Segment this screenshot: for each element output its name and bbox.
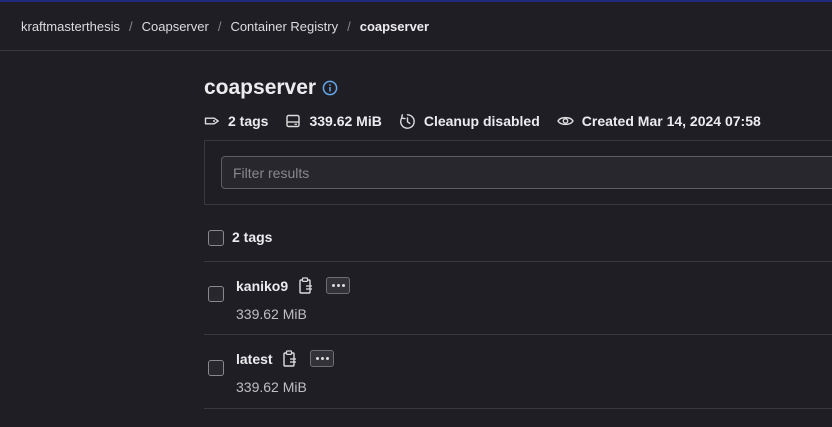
meta-cleanup: Cleanup disabled	[399, 113, 540, 130]
page-title: coapserver	[204, 76, 338, 100]
more-actions-button[interactable]	[326, 277, 350, 294]
filter-input[interactable]	[221, 156, 832, 189]
tag-icon	[204, 117, 219, 125]
eye-icon	[557, 116, 574, 126]
clipboard-icon[interactable]	[299, 277, 313, 295]
meta-size-text: 339.62 MiB	[309, 113, 382, 129]
meta-created-text: Created Mar 14, 2024 07:58	[581, 113, 761, 129]
divider	[204, 408, 832, 409]
ellipsis-icon	[315, 357, 319, 360]
ellipsis-icon	[325, 357, 329, 360]
select-all-checkbox[interactable]	[208, 230, 224, 246]
ellipsis-icon	[336, 284, 340, 287]
breadcrumb-separator: /	[128, 18, 133, 34]
info-icon[interactable]	[322, 80, 338, 96]
breadcrumb-item-project[interactable]: Coapserver	[142, 19, 209, 34]
more-actions-button[interactable]	[310, 350, 334, 367]
ellipsis-icon	[331, 284, 335, 287]
filter-bar	[204, 140, 832, 205]
tag-row-checkbox[interactable]	[208, 286, 224, 302]
breadcrumb-item-current: coapserver	[359, 18, 430, 34]
meta-cleanup-text: Cleanup disabled	[423, 113, 540, 129]
breadcrumb-item-registry[interactable]: Container Registry	[230, 19, 338, 34]
tag-row: latest 339.62 MiB	[204, 335, 832, 407]
clipboard-icon[interactable]	[283, 350, 297, 368]
image-metadata: 2 tags 339.62 MiB Cleanup disabled Creat…	[204, 111, 778, 131]
breadcrumb: kraftmasterthesis / Coapserver / Contain…	[0, 2, 832, 51]
breadcrumb-separator: /	[217, 18, 222, 34]
meta-size: 339.62 MiB	[285, 113, 382, 129]
breadcrumb-separator: /	[347, 18, 351, 34]
meta-tags-text: 2 tags	[228, 113, 269, 129]
ellipsis-icon	[320, 357, 324, 360]
disk-icon	[286, 114, 301, 128]
tag-size: 339.62 MiB	[236, 379, 307, 395]
tags-count-label: 2 tags	[232, 229, 273, 245]
tag-row: kaniko9 339.62 MiB	[204, 262, 832, 334]
clock-icon	[399, 113, 415, 129]
tag-row-checkbox[interactable]	[208, 360, 224, 376]
ellipsis-icon	[341, 284, 345, 287]
breadcrumb-item-group[interactable]: kraftmasterthesis	[21, 19, 120, 34]
tag-name: kaniko9	[236, 278, 289, 294]
tag-size: 339.62 MiB	[236, 306, 307, 322]
tag-name: latest	[236, 351, 273, 367]
meta-created: Created Mar 14, 2024 07:58	[557, 113, 761, 129]
meta-tags: 2 tags	[204, 113, 268, 129]
page-title-text: coapserver	[204, 76, 317, 99]
